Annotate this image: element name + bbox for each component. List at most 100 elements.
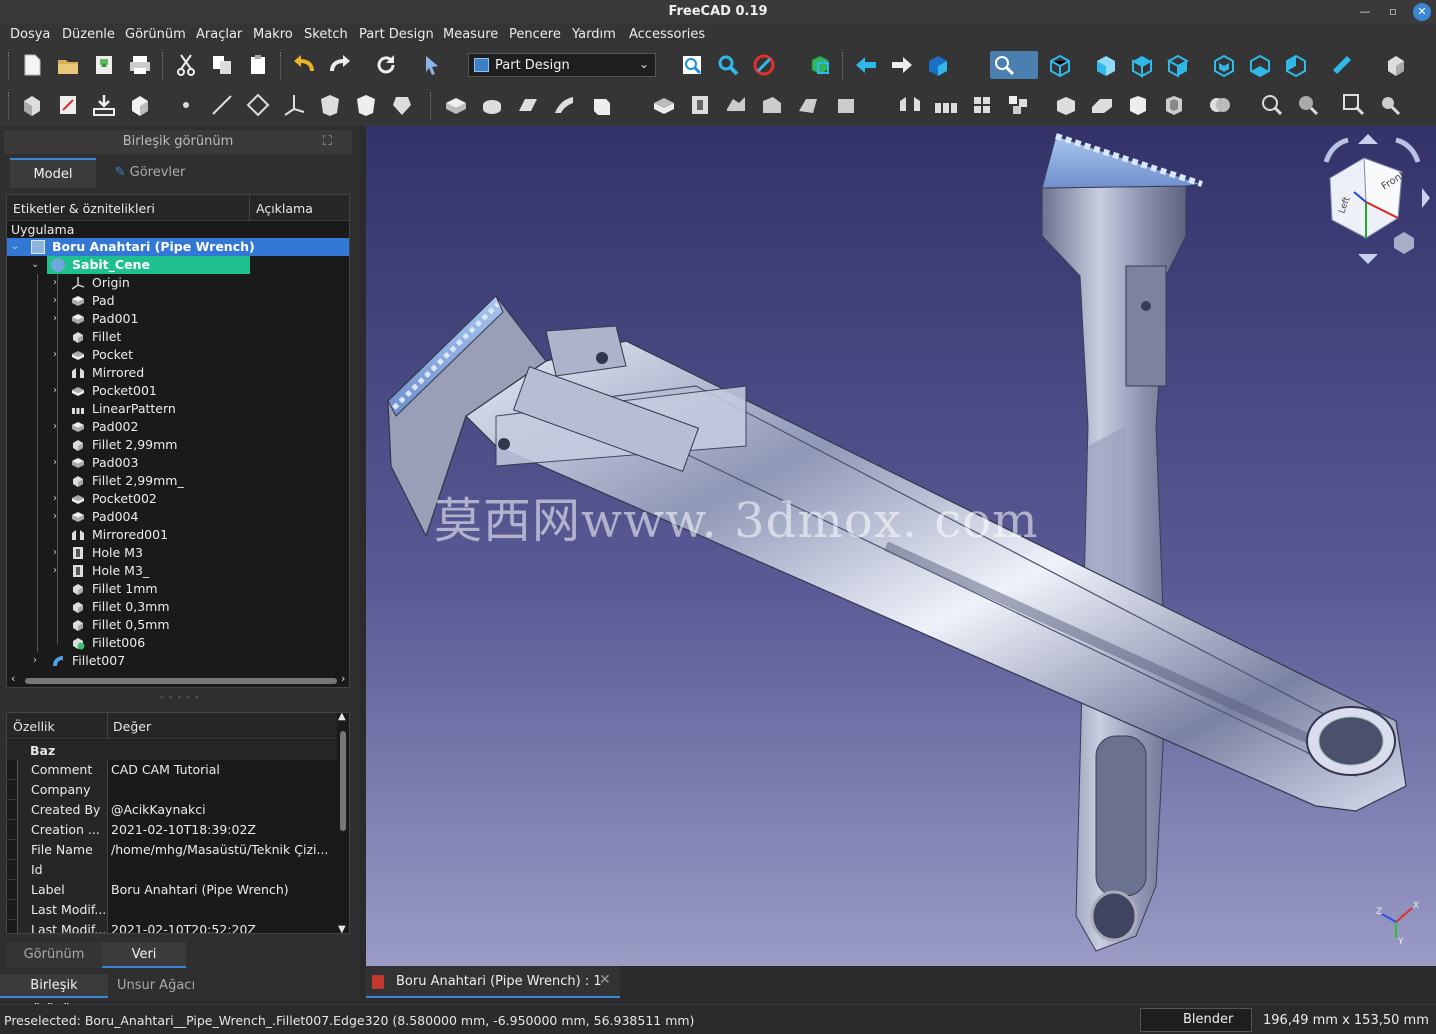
clone-icon[interactable]	[126, 91, 154, 119]
check-geometry-icon[interactable]	[1294, 91, 1322, 119]
subtractive-loft-icon[interactable]	[758, 91, 786, 119]
property-view[interactable]: Özellik Değer Baz Comment CAD CAM Tutoria…	[6, 712, 350, 934]
draft-icon[interactable]	[1124, 91, 1152, 119]
nav-down-arrow-icon[interactable]	[1358, 254, 1378, 264]
expand-chevron-icon[interactable]: ›	[53, 454, 65, 472]
forward-arrow-icon[interactable]	[888, 51, 916, 79]
datum-point-icon[interactable]	[172, 91, 200, 119]
subtractive-primitive-icon[interactable]	[832, 91, 860, 119]
close-tab-icon[interactable]: ✕	[599, 972, 611, 988]
tree-item[interactable]: › Hole M3	[7, 544, 349, 562]
isometric-view-icon[interactable]	[1046, 51, 1074, 79]
mirrored-icon[interactable]	[896, 91, 924, 119]
hole-icon[interactable]	[686, 91, 714, 119]
tree-document-row[interactable]: ⌄ Boru Anahtari (Pipe Wrench)	[7, 238, 349, 256]
back-arrow-icon[interactable]	[852, 51, 880, 79]
property-row[interactable]: Label Boru Anahtari (Pipe Wrench)	[7, 880, 335, 900]
collapse-chevron-icon[interactable]: ⌄	[31, 256, 43, 274]
left-view-icon[interactable]	[1282, 51, 1310, 79]
redo-icon[interactable]	[326, 51, 354, 79]
subtractive-pipe-icon[interactable]	[794, 91, 822, 119]
scroll-left-icon[interactable]: ‹	[11, 672, 15, 685]
property-row[interactable]: Last Modif... 2021-02-10T20:52:20Z	[7, 920, 335, 933]
minimize-button[interactable]: —	[1356, 3, 1374, 21]
sketch-validate-icon[interactable]	[1258, 91, 1286, 119]
scroll-right-icon[interactable]: ›	[341, 672, 345, 685]
copy-icon[interactable]	[208, 51, 236, 79]
inspect-icon[interactable]	[1376, 91, 1404, 119]
menu-accessories[interactable]: Accessories	[629, 27, 705, 42]
tab-tree-view[interactable]: Unsur Ağacı	[108, 974, 204, 998]
linear-pattern-icon[interactable]	[932, 91, 960, 119]
thickness-icon[interactable]	[1160, 91, 1188, 119]
part-icon[interactable]	[1382, 51, 1410, 79]
menu-view[interactable]: Görünüm	[125, 27, 186, 42]
workbench-selector[interactable]: Part Design ⌄	[468, 53, 656, 77]
collapse-chevron-icon[interactable]: ⌄	[11, 238, 23, 256]
property-row[interactable]: File Name/home/mhg/Masaüstü/Teknik Çizi.…	[7, 840, 335, 860]
tree-item[interactable]: Mirrored	[7, 364, 349, 382]
property-group-base[interactable]: Baz	[7, 740, 337, 760]
zoom-box-icon[interactable]	[1340, 91, 1368, 119]
shape-binder-icon[interactable]	[90, 91, 118, 119]
draw-style-icon[interactable]	[750, 51, 778, 79]
tab-combo-view[interactable]: Birleşik görünüm	[0, 974, 108, 1017]
expand-chevron-icon[interactable]: ›	[53, 274, 65, 292]
expand-chevron-icon[interactable]: ›	[33, 652, 45, 670]
tree-item[interactable]: Mirrored001	[7, 526, 349, 544]
menu-part-design[interactable]: Part Design	[359, 27, 434, 42]
chamfer-icon[interactable]	[1088, 91, 1116, 119]
undo-icon[interactable]	[290, 51, 318, 79]
tree-sibling-row[interactable]: › Fillet007	[7, 652, 349, 670]
pocket-icon[interactable]	[650, 91, 678, 119]
expand-chevron-icon[interactable]: ›	[53, 310, 65, 328]
tree-item[interactable]: › Pocket001	[7, 382, 349, 400]
top-view-icon[interactable]	[1128, 51, 1156, 79]
tree-item[interactable]: Fillet	[7, 328, 349, 346]
tree-body-row[interactable]: ⌄ Sabit_Cene	[7, 256, 349, 274]
create-body-icon[interactable]	[18, 91, 46, 119]
tab-model[interactable]: Model	[10, 158, 96, 188]
expand-chevron-icon[interactable]: ›	[53, 418, 65, 436]
view-menu-icon[interactable]	[1394, 232, 1414, 254]
polar-pattern-icon[interactable]	[968, 91, 996, 119]
menu-macro[interactable]: Makro	[253, 27, 293, 42]
pad-icon[interactable]	[442, 91, 470, 119]
property-vertical-scrollbar[interactable]: ▲ ▼	[337, 713, 349, 933]
datum-plane-icon[interactable]	[244, 91, 272, 119]
cut-icon[interactable]	[172, 51, 200, 79]
menu-file[interactable]: Dosya	[10, 27, 50, 42]
tree-item[interactable]: LinearPattern	[7, 400, 349, 418]
property-value[interactable]: 2021-02-10T18:39:02Z	[108, 820, 334, 840]
scroll-down-icon[interactable]: ▼	[338, 924, 346, 933]
view-fit-selection-icon[interactable]	[714, 51, 742, 79]
expand-chevron-icon[interactable]: ›	[53, 544, 65, 562]
property-row[interactable]: Created By @AcikKaynakci	[7, 800, 335, 820]
paste-icon[interactable]	[244, 51, 272, 79]
front-view-icon[interactable]	[1092, 51, 1120, 79]
right-view-icon[interactable]	[1164, 51, 1192, 79]
additive-pipe-icon[interactable]	[550, 91, 578, 119]
property-value[interactable]	[108, 860, 334, 880]
additive-primitive-icon[interactable]	[588, 91, 616, 119]
subtractive-binder-icon[interactable]	[352, 91, 380, 119]
additive-loft-icon[interactable]	[514, 91, 542, 119]
expand-chevron-icon[interactable]: ›	[53, 346, 65, 364]
menu-edit[interactable]: Düzenle	[62, 27, 115, 42]
new-document-icon[interactable]	[18, 51, 46, 79]
expand-chevron-icon[interactable]: ›	[53, 562, 65, 580]
expand-chevron-icon[interactable]: ›	[53, 490, 65, 508]
tree-item[interactable]: Fillet 0,3mm	[7, 598, 349, 616]
tree-item[interactable]: › Pad003	[7, 454, 349, 472]
3d-viewport[interactable]: 莫西网www. 3dmox. com Front Left X Y Z	[366, 126, 1436, 966]
tree-item[interactable]: Fillet 0,5mm	[7, 616, 349, 634]
tree-item[interactable]: Fillet 2,99mm	[7, 436, 349, 454]
tree-item[interactable]: › Origin	[7, 274, 349, 292]
tree-item[interactable]: Fillet006	[7, 634, 349, 652]
multi-transform-icon[interactable]	[1004, 91, 1032, 119]
property-value[interactable]: CAD CAM Tutorial	[108, 760, 334, 780]
measure-ruler-icon[interactable]	[1328, 51, 1356, 79]
tab-view-properties[interactable]: Görünüm	[6, 942, 102, 968]
tree-item[interactable]: › Pad004	[7, 508, 349, 526]
property-row[interactable]: Last Modif...	[7, 900, 335, 920]
